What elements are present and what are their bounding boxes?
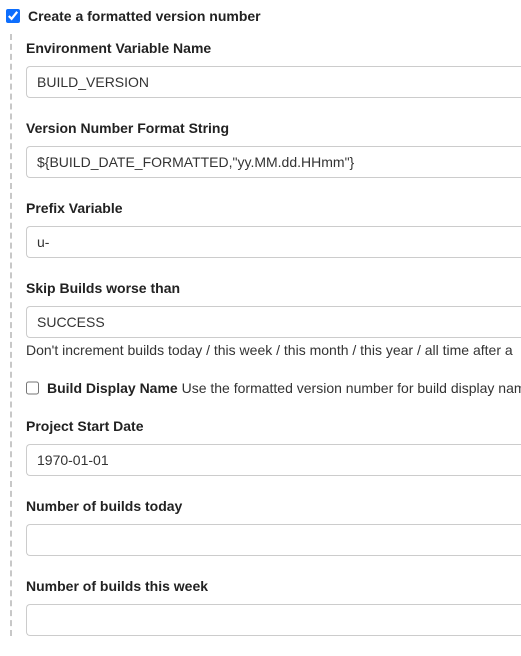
env-var-name-field: Environment Variable Name <box>26 40 521 98</box>
builds-this-week-input[interactable] <box>26 604 521 636</box>
prefix-variable-label: Prefix Variable <box>26 200 521 216</box>
version-options-block: Environment Variable Name Version Number… <box>10 34 521 636</box>
format-string-input[interactable] <box>26 146 521 178</box>
project-start-date-field: Project Start Date <box>26 418 521 476</box>
format-string-field: Version Number Format String <box>26 120 521 178</box>
builds-today-label: Number of builds today <box>26 498 521 514</box>
project-start-date-label: Project Start Date <box>26 418 521 434</box>
builds-today-field: Number of builds today <box>26 498 521 556</box>
build-display-name-label: Build Display Name <box>47 380 178 396</box>
builds-today-input[interactable] <box>26 524 521 556</box>
builds-this-week-field: Number of builds this week <box>26 578 521 636</box>
config-section: Create a formatted version number Enviro… <box>0 0 521 656</box>
build-display-name-desc: Use the formatted version number for bui… <box>182 380 521 396</box>
skip-builds-select[interactable]: SUCCESS <box>26 306 521 338</box>
format-string-label: Version Number Format String <box>26 120 521 136</box>
builds-this-week-label: Number of builds this week <box>26 578 521 594</box>
create-version-title: Create a formatted version number <box>28 8 261 24</box>
prefix-variable-field: Prefix Variable <box>26 200 521 258</box>
env-var-name-label: Environment Variable Name <box>26 40 521 56</box>
create-version-checkbox[interactable] <box>6 9 20 23</box>
top-option-row: Create a formatted version number <box>6 8 521 24</box>
skip-builds-field: Skip Builds worse than SUCCESS Don't inc… <box>26 280 521 358</box>
skip-builds-label: Skip Builds worse than <box>26 280 521 296</box>
build-display-name-row: Build Display Name Use the formatted ver… <box>26 380 521 396</box>
skip-builds-help: Don't increment builds today / this week… <box>26 342 521 358</box>
project-start-date-input[interactable] <box>26 444 521 476</box>
build-display-name-checkbox[interactable] <box>26 381 39 395</box>
prefix-variable-input[interactable] <box>26 226 521 258</box>
env-var-name-input[interactable] <box>26 66 521 98</box>
